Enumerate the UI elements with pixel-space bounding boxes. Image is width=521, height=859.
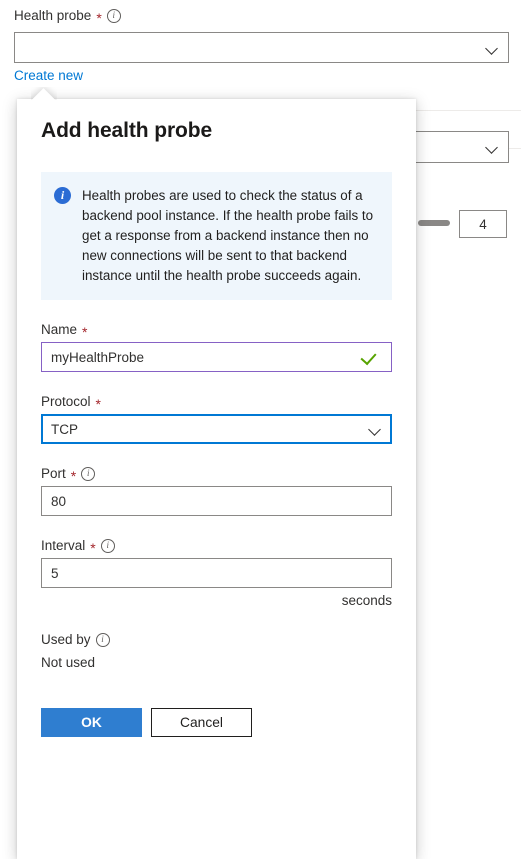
port-label-row: Port * i <box>41 466 392 484</box>
required-asterisk: * <box>95 395 101 412</box>
info-icon[interactable]: i <box>106 8 121 23</box>
chevron-down-icon <box>486 42 498 54</box>
callout-arrow <box>31 87 57 100</box>
protocol-dropdown[interactable]: TCP <box>41 414 392 444</box>
port-label: Port <box>41 466 66 481</box>
required-asterisk: * <box>70 467 77 484</box>
callout-actions: OK Cancel <box>41 708 392 737</box>
background-number-input[interactable]: 4 <box>459 210 507 238</box>
name-field-group: Name * myHealthProbe <box>41 322 392 372</box>
required-asterisk: * <box>90 539 96 556</box>
protocol-field-group: Protocol * TCP <box>41 394 392 444</box>
port-input-value: 80 <box>51 493 67 509</box>
protocol-selected-value: TCP <box>51 421 78 437</box>
interval-label-row: Interval * i <box>41 538 392 556</box>
chevron-down-icon <box>486 141 498 153</box>
info-icon[interactable]: i <box>100 538 115 553</box>
required-asterisk: * <box>82 323 88 340</box>
info-icon[interactable]: i <box>95 632 110 647</box>
background-divider <box>416 110 521 111</box>
used-by-value: Not used <box>41 655 96 670</box>
slider-handle[interactable] <box>418 220 450 226</box>
protocol-label-row: Protocol * <box>41 394 392 412</box>
health-probe-label: Health probe <box>14 8 92 23</box>
required-asterisk: * <box>96 9 102 26</box>
ok-button[interactable]: OK <box>41 708 142 737</box>
interval-field-group: Interval * i 5 seconds <box>41 538 392 608</box>
used-by-group: Used by i Not used <box>41 632 392 670</box>
chevron-down-icon <box>369 423 381 435</box>
interval-input[interactable]: 5 <box>41 558 392 588</box>
interval-input-value: 5 <box>51 565 59 581</box>
name-label: Name <box>41 322 78 337</box>
used-by-label: Used by <box>41 632 91 647</box>
protocol-label: Protocol <box>41 394 91 409</box>
cancel-button[interactable]: Cancel <box>151 708 252 737</box>
page-title: Add health probe <box>41 119 213 142</box>
port-input[interactable]: 80 <box>41 486 392 516</box>
info-message-bar: i Health probes are used to check the st… <box>41 172 392 300</box>
name-label-row: Name * <box>41 322 392 340</box>
add-health-probe-callout: Add health probe i Health probes are use… <box>17 99 416 859</box>
create-new-link[interactable]: Create new <box>14 68 83 83</box>
health-probe-label-row: Health probe * i <box>14 8 121 26</box>
used-by-label-row: Used by i <box>41 632 392 647</box>
background-dropdown[interactable] <box>414 131 509 163</box>
name-input[interactable]: myHealthProbe <box>41 342 392 372</box>
interval-label: Interval <box>41 538 86 553</box>
info-icon[interactable]: i <box>81 466 96 481</box>
interval-unit-label: seconds <box>341 593 392 608</box>
info-message-text: Health probes are used to check the stat… <box>82 188 374 283</box>
name-input-value: myHealthProbe <box>51 349 145 365</box>
port-field-group: Port * i 80 <box>41 466 392 516</box>
info-icon: i <box>54 187 71 204</box>
health-probe-dropdown[interactable] <box>14 32 509 63</box>
checkmark-icon <box>361 350 381 364</box>
callout-body: Add health probe i Health probes are use… <box>17 99 416 737</box>
